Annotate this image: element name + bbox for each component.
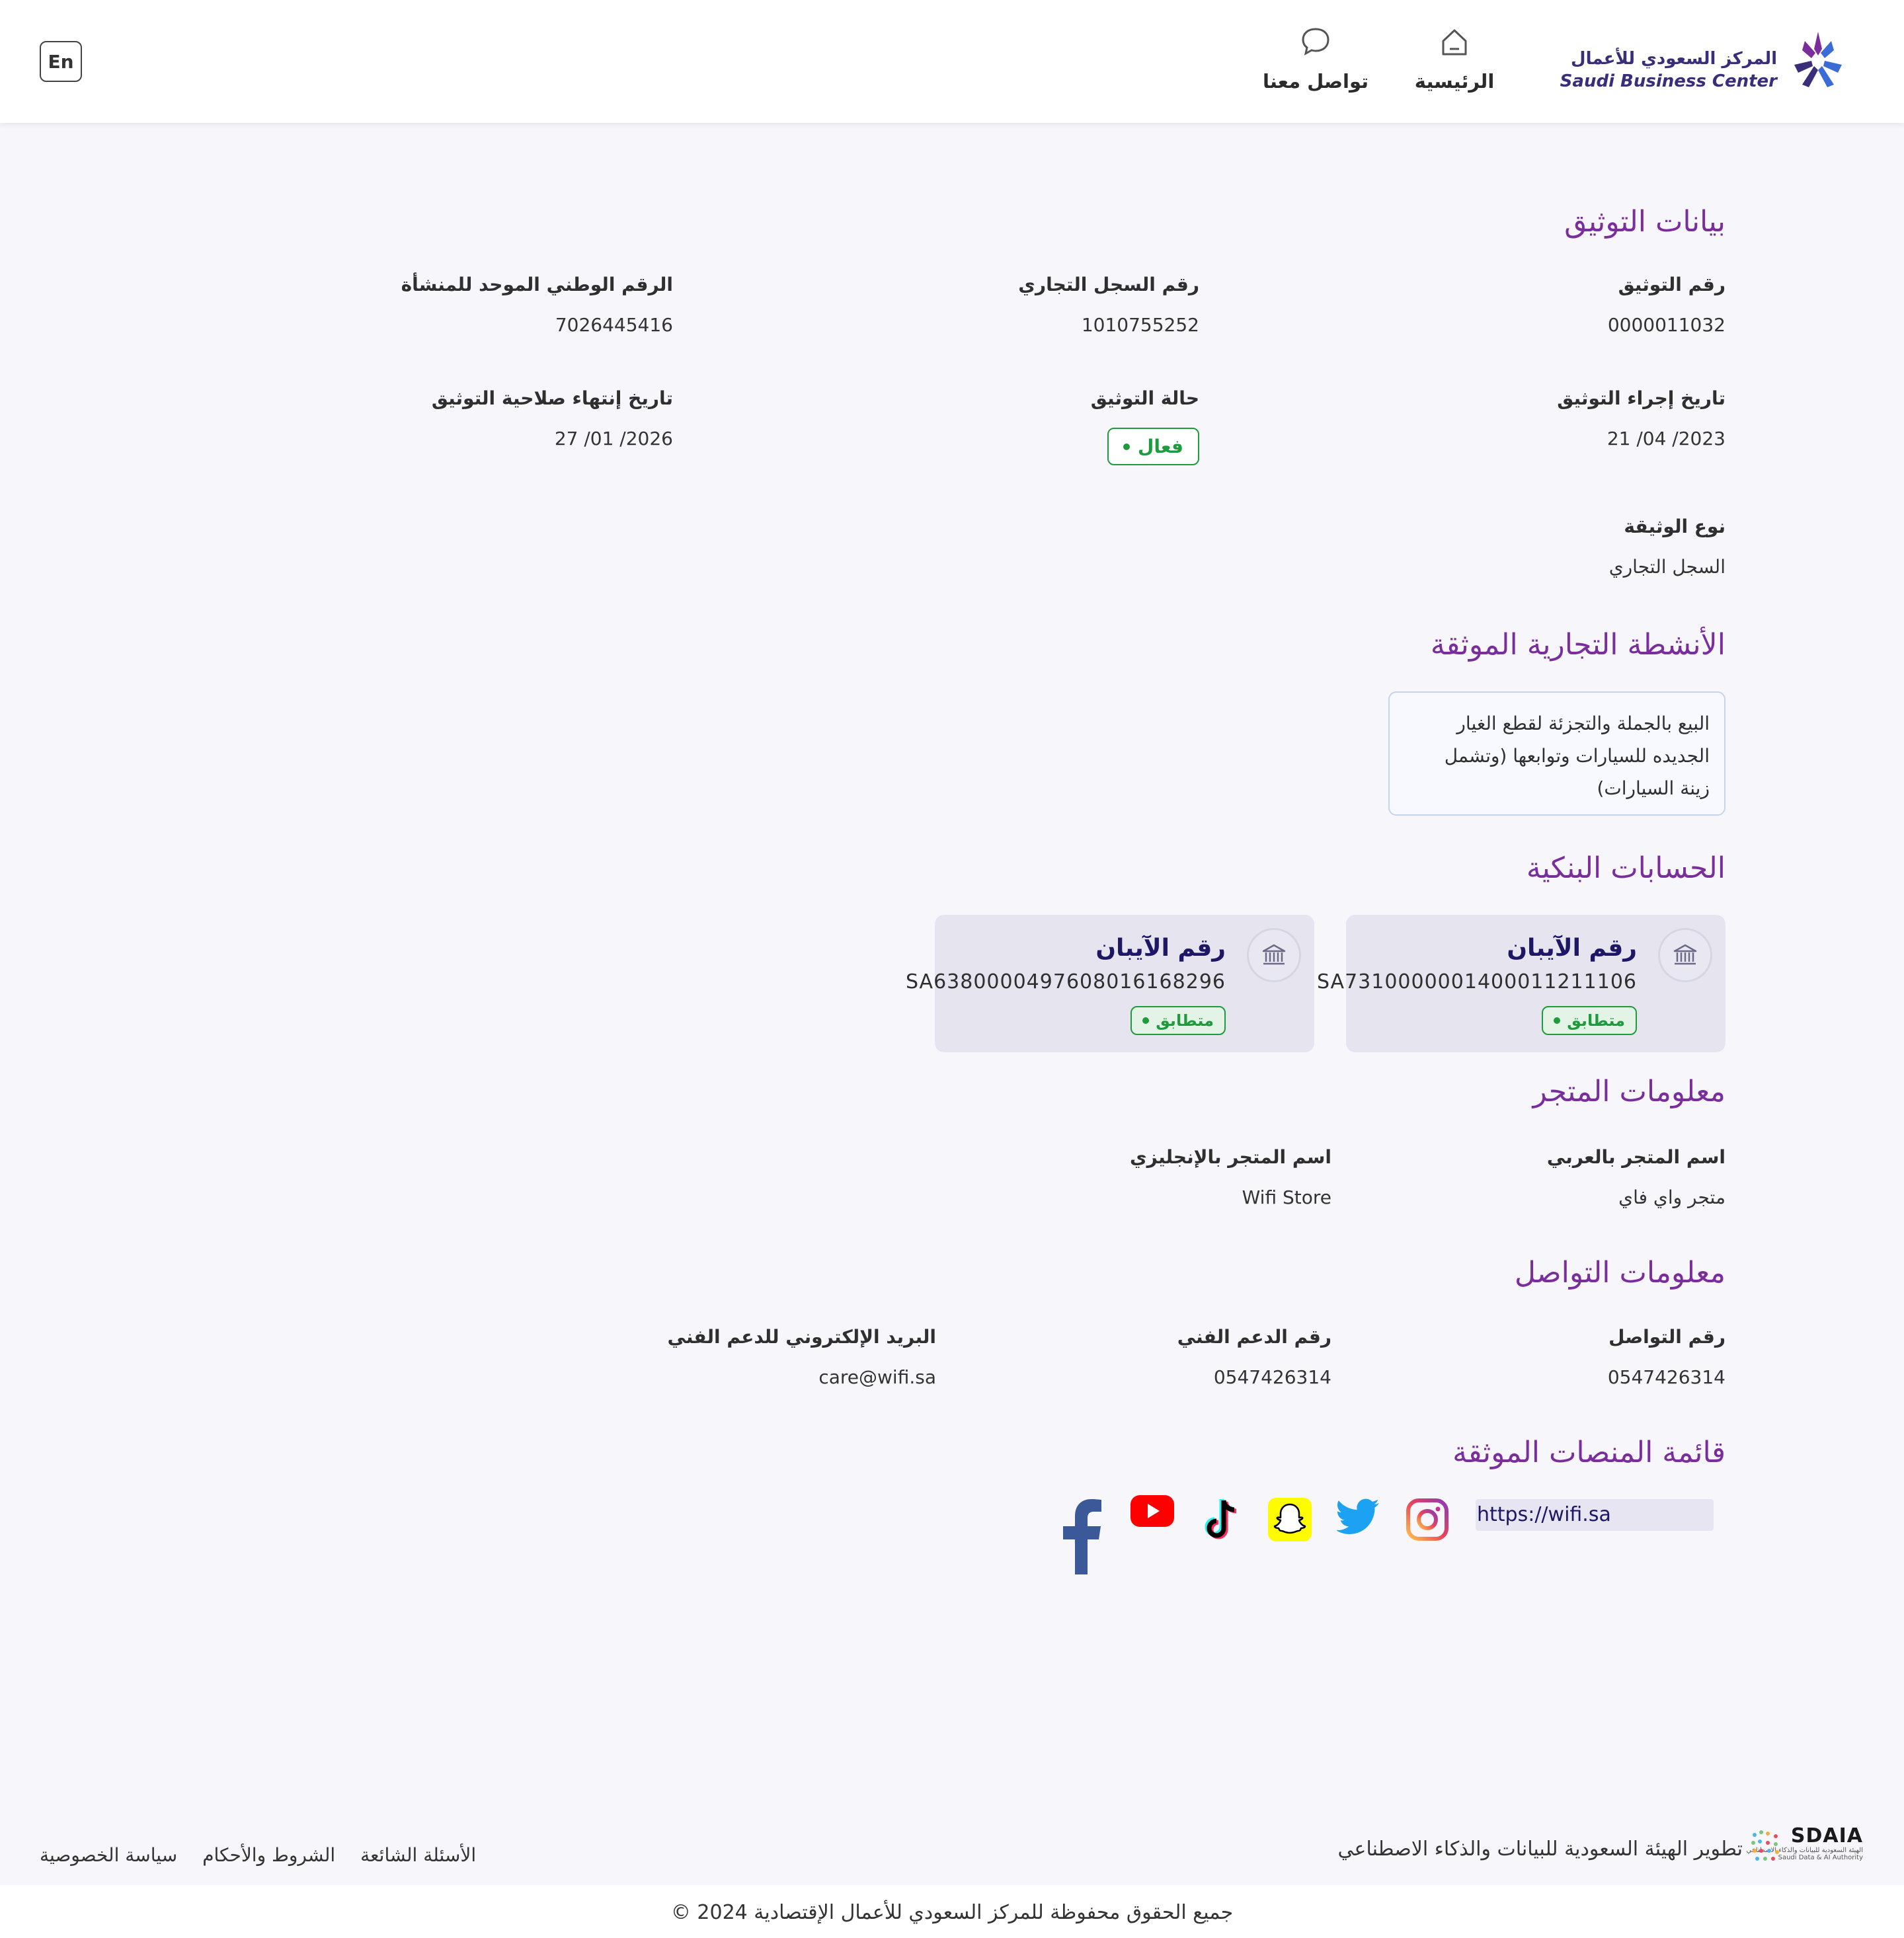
platforms-section-title: قائمة المنصات الموثقة [1452,1436,1726,1469]
tiktok-icon[interactable] [1201,1498,1243,1544]
doc-number-field: رقم التوثيق 0000011032 [1608,274,1726,336]
activity-line: زينة السيارات) [1597,777,1710,799]
bank-icon [1247,928,1301,982]
language-toggle-button[interactable]: En [40,41,82,82]
unified-number-label: الرقم الوطني الموحد للمنشأة [401,274,673,295]
contact-section-title: معلومات التواصل [1514,1256,1726,1290]
activity-line: الجديده للسيارات وتوابعها (وتشمل [1444,745,1710,767]
expiry-date-field: تاريخ إنتهاء صلاحية التوثيق 27 /01 /2026 [432,387,673,449]
support-email-value[interactable]: care@wifi.sa [668,1366,936,1388]
store-name-en-label: اسم المتجر بالإنجليزي [1129,1146,1331,1168]
status-badge: فعال [1107,428,1199,465]
match-text: متطابق [1156,1011,1214,1030]
unified-number-value: 7026445416 [555,314,673,336]
expiry-date-label: تاريخ إنتهاء صلاحية التوثيق [431,387,673,409]
match-dot-icon [1142,1017,1150,1024]
sdaia-logo[interactable]: SDAIA الهيئة السعودية للبيانات والذكاء ا… [1746,1824,1863,1865]
logo-arabic-text: المركز السعودي للأعمال [1571,49,1777,69]
match-badge: متطابق [1542,1006,1637,1035]
iban-label: رقم الآيبان [1095,935,1226,962]
match-text: متطابق [1567,1011,1625,1030]
activity-line: البيع بالجملة والتجزئة لقطع الغيار [1456,713,1710,734]
doc-number-label: رقم التوثيق [1618,274,1726,295]
nav-home[interactable]: الرئيسية [1408,24,1501,103]
contact-phone-label: رقم التواصل [1608,1326,1726,1348]
developed-by-sdaia-text: تطوير الهيئة السعودية للبيانات والذكاء ا… [1337,1838,1743,1861]
store-name-ar-label: اسم المتجر بالعربي [1546,1146,1726,1168]
bank-account-card: رقم الآيبان SA7310000001400011211106 متط… [1317,915,1726,1052]
privacy-policy-link[interactable]: سياسة الخصوصية [40,1844,177,1866]
instagram-icon[interactable] [1406,1498,1449,1541]
nav-contact-us[interactable]: تواصل معنا [1263,24,1368,103]
twitter-icon[interactable] [1337,1498,1380,1537]
support-email-label: البريد الإلكتروني للدعم الفني [667,1326,936,1348]
activity-item: البيع بالجملة والتجزئة لقطع الغيار الجدي… [1388,691,1726,816]
auth-section-title: بيانات التوثيق [1564,205,1726,239]
store-name-en-value: Wifi Store [1242,1186,1331,1208]
sbc-emblem-icon [1794,32,1842,87]
home-icon [1442,29,1467,56]
bank-account-card: رقم الآيبان SA6380000497608016168296 متط… [906,915,1314,1052]
support-email-field: البريد الإلكتروني للدعم الفني care@wifi.… [668,1326,936,1388]
doc-number-value: 0000011032 [1607,314,1726,336]
website-link[interactable]: https://wifi.sa [1476,1499,1714,1531]
contact-phone-value: 0547426314 [1607,1366,1726,1388]
status-text: فعال [1138,436,1183,457]
doc-type-value: السجل التجاري [1608,556,1726,578]
chat-bubble-icon [1302,28,1329,56]
bank-section-title: الحسابات البنكية [1526,851,1726,885]
support-phone-label: رقم الدعم الفني [1177,1326,1331,1348]
support-phone-value: 0547426314 [1213,1366,1331,1388]
sdaia-dots-icon [1751,1830,1779,1861]
faq-link[interactable]: الأسئلة الشائعة [360,1844,476,1866]
nav-contact-label: تواصل معنا [1262,70,1369,93]
store-name-ar-field: اسم المتجر بالعربي متجر واي فاي [1547,1146,1726,1208]
auth-date-label: تاريخ إجراء التوثيق [1557,387,1726,409]
match-badge: متطابق [1130,1006,1226,1035]
terms-link[interactable]: الشروط والأحكام [202,1844,335,1866]
doc-type-label: نوع الوثيقة [1624,516,1726,537]
expiry-date-value: 27 /01 /2026 [554,428,673,449]
auth-date-field: تاريخ إجراء التوثيق 21 /04 /2023 [1557,387,1726,449]
activities-section-title: الأنشطة التجارية الموثقة [1430,628,1726,662]
store-section-title: معلومات المتجر [1532,1075,1726,1108]
support-phone-field: رقم الدعم الفني 0547426314 [1177,1326,1331,1388]
cr-number-value: 1010755252 [1081,314,1199,336]
contact-phone-field: رقم التواصل 0547426314 [1608,1326,1726,1388]
nav-home-label: الرئيسية [1414,70,1495,93]
verified-platforms-list: https://wifi.sa [1058,1495,1719,1581]
youtube-icon[interactable] [1130,1495,1174,1527]
auth-status-label: حالة التوثيق [1090,387,1199,409]
match-dot-icon [1554,1017,1561,1024]
copyright-text: جميع الحقوق محفوظة للمركز السعودي للأعما… [670,1901,1234,1924]
bank-icon [1658,928,1712,982]
store-name-en-field: اسم المتجر بالإنجليزي Wifi Store [1130,1146,1331,1208]
cr-number-field: رقم السجل التجاري 1010755252 [1018,274,1199,336]
status-dot-icon [1123,443,1130,450]
sdaia-logo-text: SDAIA [1790,1824,1863,1847]
unified-number-field: الرقم الوطني الموحد للمنشأة 7026445416 [401,274,673,336]
iban-value: SA7310000001400011211106 [1316,970,1637,993]
cr-number-label: رقم السجل التجاري [1018,274,1199,295]
doc-type-field: نوع الوثيقة السجل التجاري [1609,516,1726,578]
auth-status-field: حالة التوثيق فعال [1091,387,1199,465]
iban-label: رقم الآيبان [1507,935,1637,962]
facebook-icon[interactable] [1062,1498,1101,1574]
iban-value: SA6380000497608016168296 [905,970,1226,993]
auth-date-value: 21 /04 /2023 [1606,428,1726,449]
saudi-business-center-logo[interactable]: المركز السعودي للأعمال Saudi Business Ce… [1560,24,1851,97]
store-name-ar-value: متجر واي فاي [1618,1186,1726,1208]
top-header: En تواصل معنا الرئيسية المركز السعودي لل… [0,0,1904,123]
footer-links: سياسة الخصوصية الشروط والأحكام الأسئلة ا… [40,1844,476,1866]
snapchat-icon[interactable] [1268,1498,1312,1541]
logo-english-text: Saudi Business Center [1560,71,1777,91]
